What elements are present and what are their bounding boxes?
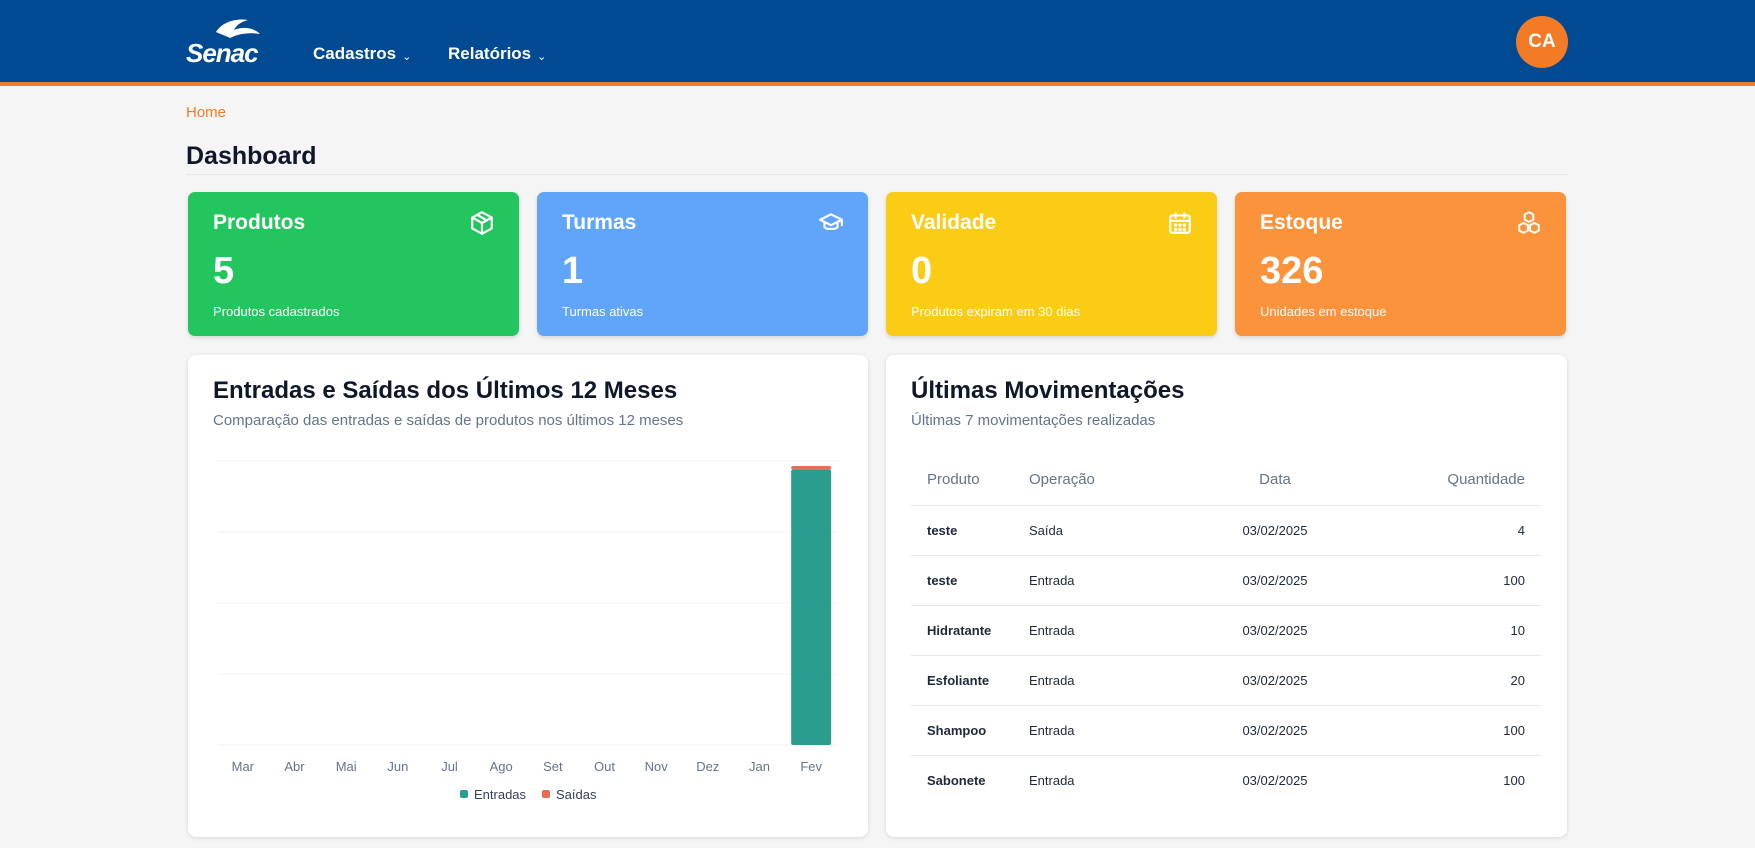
card-value: 1: [562, 250, 584, 292]
cell-operacao: Entrada: [1029, 573, 1075, 588]
col-data[interactable]: Data: [1211, 455, 1339, 505]
page-title: Dashboard: [186, 142, 317, 170]
cell-produto: teste: [927, 523, 958, 538]
table-row[interactable]: Shampoo Entrada 03/02/2025 100: [911, 705, 1541, 755]
x-tick-label: Jul: [441, 759, 458, 774]
x-tick-label: Dez: [696, 759, 719, 774]
x-tick-label: Jan: [749, 759, 770, 774]
card-value: 326: [1260, 250, 1324, 292]
table-row[interactable]: teste Saída 03/02/2025 4: [911, 505, 1541, 555]
user-avatar[interactable]: CA: [1516, 16, 1568, 68]
x-tick-label: Mai: [336, 759, 357, 774]
x-tick-label: Mar: [232, 759, 255, 774]
cell-data: 03/02/2025: [1242, 773, 1308, 788]
cell-quantidade: 100: [1503, 573, 1525, 588]
top-navigation-bar: Senac Cadastros ⌄ Relatórios ⌄ CA: [0, 0, 1755, 86]
card-description: Unidades em estoque: [1260, 304, 1387, 319]
table-row[interactable]: teste Entrada 03/02/2025 100: [911, 555, 1541, 605]
nav-cadastros-label: Cadastros: [313, 44, 397, 63]
nav-relatorios[interactable]: Relatórios ⌄: [448, 44, 546, 64]
card-turmas[interactable]: Turmas 1 Turmas ativas: [537, 192, 868, 336]
movements-title: Últimas Movimentações: [911, 377, 1185, 404]
card-description: Produtos expiram em 30 dias: [911, 304, 1081, 319]
graduation-cap-icon: [818, 210, 844, 236]
x-tick-label: Nov: [645, 759, 669, 774]
cell-operacao: Entrada: [1029, 773, 1075, 788]
bar-chart: Mar Abr Mai Jun Jul Ago Set Out Nov Dez Jan Fev Entr…: [188, 355, 868, 837]
cell-quantidade: 10: [1510, 623, 1525, 638]
cell-operacao: Entrada: [1029, 623, 1075, 638]
cell-quantidade: 20: [1510, 673, 1525, 688]
card-produtos[interactable]: Produtos 5 Produtos cadastrados: [188, 192, 519, 336]
table-row[interactable]: Hidratante Entrada 03/02/2025 10: [911, 605, 1541, 655]
box-icon: [469, 210, 495, 236]
legend-swatch-entradas: [460, 790, 468, 798]
card-validade[interactable]: Validade 0 Produtos expiram em 30 dias: [886, 192, 1217, 336]
cell-data: 03/02/2025: [1242, 673, 1308, 688]
cell-operacao: Saída: [1029, 523, 1063, 538]
card-value: 5: [213, 250, 235, 292]
cell-produto: Shampoo: [927, 723, 987, 738]
movements-subtitle: Últimas 7 movimentações realizadas: [911, 412, 1156, 429]
nav-cadastros[interactable]: Cadastros ⌄: [313, 44, 411, 64]
card-value: 0: [911, 250, 933, 292]
x-tick-label: Out: [594, 759, 615, 774]
nav-relatorios-label: Relatórios: [448, 44, 532, 63]
breadcrumb-home[interactable]: Home: [186, 104, 226, 121]
card-title: Produtos: [213, 211, 306, 234]
card-estoque[interactable]: Estoque 326 Unidades em estoque: [1235, 192, 1566, 336]
bar-entradas: [791, 469, 832, 745]
x-tick-label: Ago: [490, 759, 513, 774]
card-title: Turmas: [562, 211, 637, 234]
legend-swatch-saídas: [542, 790, 550, 798]
card-description: Produtos cadastrados: [213, 304, 340, 319]
card-title: Estoque: [1260, 211, 1343, 234]
cell-data: 03/02/2025: [1242, 573, 1308, 588]
cell-operacao: Entrada: [1029, 673, 1075, 688]
card-title: Validade: [911, 211, 997, 234]
cell-quantidade: 4: [1517, 523, 1525, 538]
cell-operacao: Entrada: [1029, 723, 1075, 738]
col-produto[interactable]: Produto: [927, 455, 980, 505]
cell-produto: teste: [927, 573, 958, 588]
cell-produto: Sabonete: [927, 773, 986, 788]
movements-panel: Últimas Movimentações Últimas 7 moviment…: [886, 355, 1567, 837]
table-header: Produto Operação Data Quantidade: [911, 455, 1541, 505]
legend-label-saídas: Saídas: [556, 787, 597, 802]
chevron-down-icon: ⌄: [402, 50, 412, 63]
x-tick-label: Jun: [387, 759, 408, 774]
cell-data: 03/02/2025: [1242, 723, 1308, 738]
bar-saídas: [791, 466, 832, 470]
senac-logo[interactable]: Senac: [186, 18, 270, 66]
cell-data: 03/02/2025: [1242, 623, 1308, 638]
svg-text:Senac: Senac: [186, 38, 259, 66]
x-tick-label: Fev: [800, 759, 822, 774]
chart-panel: Entradas e Saídas dos Últimos 12 Meses C…: [188, 355, 868, 837]
calendar-icon: [1167, 210, 1193, 236]
col-operacao[interactable]: Operação: [1029, 455, 1095, 505]
chart-svg: Mar Abr Mai Jun Jul Ago Set Out Nov Dez Jan Fev Entr…: [218, 460, 838, 802]
chevron-down-icon: ⌄: [537, 50, 547, 63]
cell-data: 03/02/2025: [1242, 523, 1308, 538]
boxes-icon: [1516, 210, 1542, 236]
table-row[interactable]: Sabonete Entrada 03/02/2025 100: [911, 755, 1541, 805]
legend-label-entradas: Entradas: [474, 787, 527, 802]
cell-quantidade: 100: [1503, 773, 1525, 788]
col-quantidade[interactable]: Quantidade: [1447, 455, 1525, 505]
table-row[interactable]: Esfoliante Entrada 03/02/2025 20: [911, 655, 1541, 705]
title-divider: [186, 174, 1568, 175]
x-tick-label: Abr: [284, 759, 305, 774]
cell-produto: Hidratante: [927, 623, 992, 638]
x-tick-label: Set: [543, 759, 563, 774]
card-description: Turmas ativas: [562, 304, 644, 319]
cell-quantidade: 100: [1503, 723, 1525, 738]
cell-produto: Esfoliante: [927, 673, 990, 688]
